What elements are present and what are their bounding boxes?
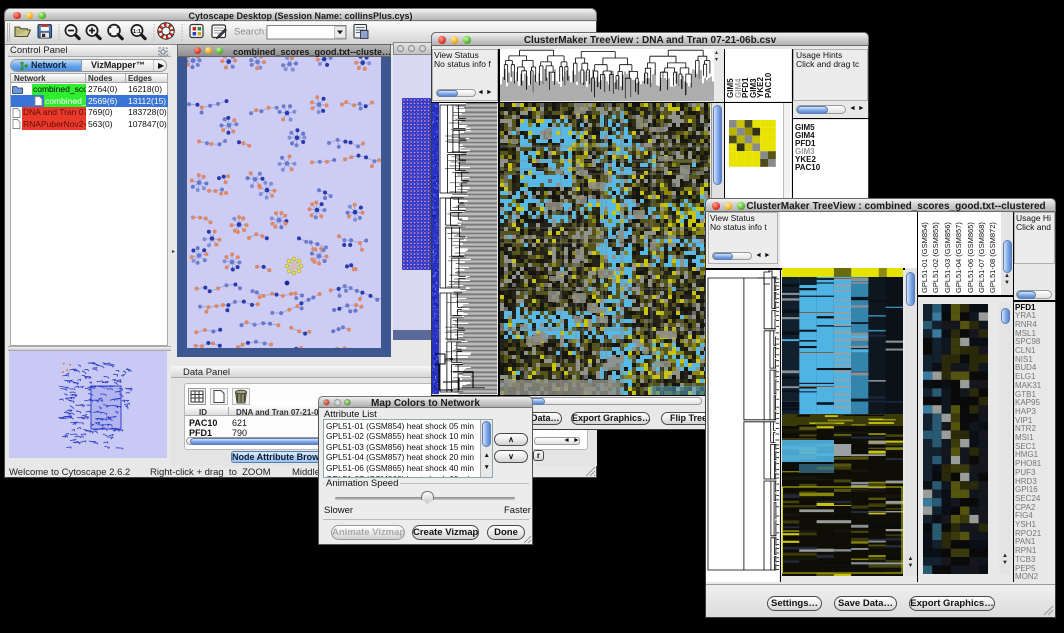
- svg-text:1:1: 1:1: [133, 29, 141, 35]
- svg-text:Search:: Search:: [234, 27, 267, 38]
